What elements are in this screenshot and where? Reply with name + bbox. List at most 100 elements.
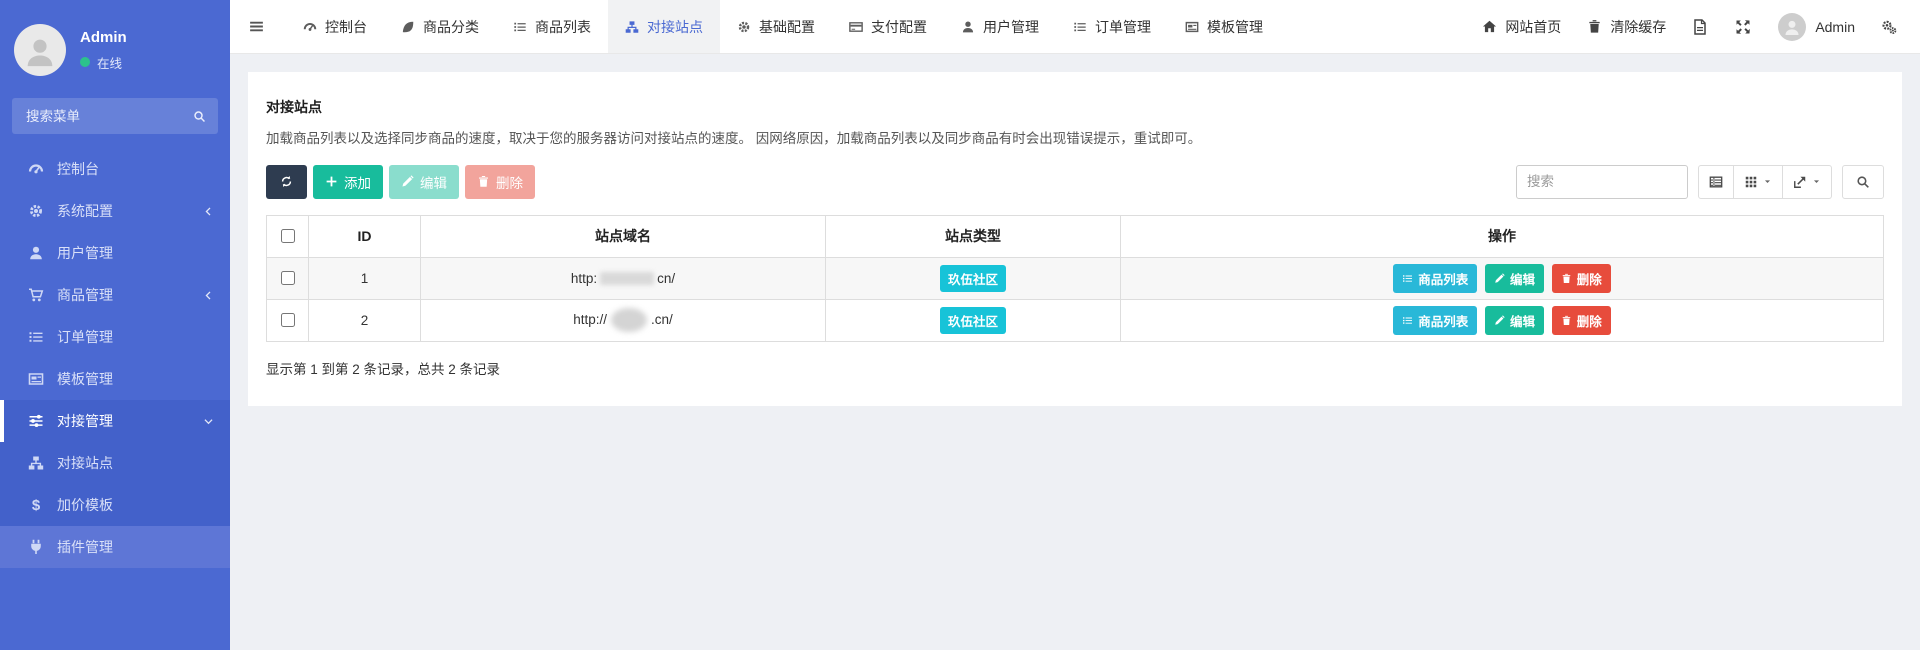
delete-button-disabled[interactable]: 删除 — [465, 165, 535, 199]
refresh-button[interactable] — [266, 165, 307, 199]
tab-user-management[interactable]: 用户管理 — [944, 0, 1056, 53]
tab-docking-sites[interactable]: 对接站点 — [608, 0, 720, 53]
language-button[interactable] — [1692, 18, 1709, 35]
tab-payment-config[interactable]: 支付配置 — [832, 0, 944, 53]
menu-search-box[interactable] — [12, 98, 218, 134]
tab-label: 对接站点 — [647, 17, 703, 37]
row-delete-button[interactable]: 删除 — [1552, 264, 1611, 293]
sidebar-menu: 控制台 系统配置 用户管理 商品管理 订单管理 模板管理 对接管理 — [0, 148, 230, 568]
sidebar-item-markup-template[interactable]: $ 加价模板 — [0, 484, 230, 526]
sidebar-item-label: 用户管理 — [57, 243, 113, 263]
tab-template-management[interactable]: 模板管理 — [1168, 0, 1280, 53]
url-suffix: cn/ — [657, 271, 675, 286]
row-checkbox[interactable] — [281, 271, 295, 285]
tab-label: 基础配置 — [759, 17, 815, 37]
sliders-icon — [28, 413, 44, 429]
sidebar-item-goods-management[interactable]: 商品管理 — [0, 274, 230, 316]
list-icon — [28, 329, 44, 345]
sidebar-item-docking-management[interactable]: 对接管理 — [0, 400, 230, 442]
settings-button[interactable] — [1881, 18, 1898, 35]
avatar — [14, 24, 66, 76]
cart-icon — [28, 287, 44, 303]
cell-id: 1 — [309, 257, 421, 299]
export-icon — [1793, 175, 1807, 189]
add-button[interactable]: 添加 — [313, 165, 383, 199]
sitemap-icon — [28, 455, 44, 471]
row-goods-list-label: 商品列表 — [1418, 311, 1468, 330]
view-button-group — [1698, 165, 1832, 199]
panel: 对接站点 加载商品列表以及选择同步商品的速度，取决于您的服务器访问对接站点的速度… — [248, 72, 1902, 406]
sidebar-item-user-management[interactable]: 用户管理 — [0, 232, 230, 274]
sidebar-item-docking-sites[interactable]: 对接站点 — [0, 442, 230, 484]
cell-domain: http://.cn/ — [421, 299, 826, 341]
row-edit-button[interactable]: 编辑 — [1485, 264, 1544, 293]
sidebar-item-label: 订单管理 — [57, 327, 113, 347]
profile-username: Admin — [80, 29, 127, 46]
sidebar-item-template-management[interactable]: 模板管理 — [0, 358, 230, 400]
trash-icon — [1561, 273, 1572, 284]
gears-icon — [1881, 19, 1897, 35]
sidebar-toggle-button[interactable] — [230, 0, 282, 53]
trash-icon — [1587, 19, 1602, 34]
export-button[interactable] — [1783, 165, 1832, 199]
sidebar-item-order-management[interactable]: 订单管理 — [0, 316, 230, 358]
topbar-username: Admin — [1815, 19, 1855, 35]
sidebar-item-system-config[interactable]: 系统配置 — [0, 190, 230, 232]
cell-type: 玖伍社区 — [826, 299, 1121, 341]
cell-domain: http:cn/ — [421, 257, 826, 299]
profile-status: 在线 — [80, 53, 127, 72]
newspaper-icon — [1185, 20, 1199, 34]
sidebar-item-dashboard[interactable]: 控制台 — [0, 148, 230, 190]
search-icon — [193, 110, 206, 123]
pencil-icon — [1494, 273, 1505, 284]
sidebar-item-label: 插件管理 — [57, 537, 113, 557]
tab-basic-config[interactable]: 基础配置 — [720, 0, 832, 53]
table-toolbar: 添加 编辑 删除 — [266, 165, 1884, 199]
row-goods-list-button[interactable]: 商品列表 — [1393, 264, 1477, 293]
row-edit-label: 编辑 — [1510, 269, 1535, 288]
sidebar-item-plugin-management[interactable]: 插件管理 — [0, 526, 230, 568]
row-checkbox[interactable] — [281, 313, 295, 327]
sidebar-item-label: 对接站点 — [57, 453, 113, 473]
url-prefix: http:// — [573, 312, 607, 327]
row-goods-list-button[interactable]: 商品列表 — [1393, 306, 1477, 335]
row-delete-button[interactable]: 删除 — [1552, 306, 1611, 335]
search-submit-button[interactable] — [1842, 165, 1884, 199]
pencil-icon — [1494, 315, 1505, 326]
columns-button[interactable] — [1734, 165, 1783, 199]
add-button-label: 添加 — [344, 172, 371, 192]
tab-goods-list[interactable]: 商品列表 — [496, 0, 608, 53]
fullscreen-button[interactable] — [1735, 18, 1752, 35]
edit-button-label: 编辑 — [420, 172, 447, 192]
page-title: 对接站点 — [266, 97, 1884, 117]
tab-order-management[interactable]: 订单管理 — [1056, 0, 1168, 53]
tab-goods-category[interactable]: 商品分类 — [384, 0, 496, 53]
tab-label: 商品分类 — [423, 17, 479, 37]
tab-label: 控制台 — [325, 17, 367, 37]
table-row: 2 http://.cn/ 玖伍社区 商品列表 — [267, 299, 1884, 341]
censored-domain-blur — [600, 272, 654, 285]
clear-cache-link[interactable]: 清除缓存 — [1587, 17, 1666, 37]
toggle-view-button[interactable] — [1698, 165, 1734, 199]
edit-button-disabled[interactable]: 编辑 — [389, 165, 459, 199]
topbar: 控制台 商品分类 商品列表 对接站点 基础配置 支付配置 用户管理 订单管理 — [230, 0, 1920, 54]
page-description: 加载商品列表以及选择同步商品的速度，取决于您的服务器访问对接站点的速度。 因网络… — [266, 127, 1884, 147]
select-all-checkbox[interactable] — [281, 229, 295, 243]
row-edit-button[interactable]: 编辑 — [1485, 306, 1544, 335]
cell-type: 玖伍社区 — [826, 257, 1121, 299]
dollar-icon: $ — [28, 497, 44, 514]
tab-dashboard[interactable]: 控制台 — [286, 0, 384, 53]
topbar-right: 网站首页 清除缓存 Admin — [1482, 0, 1920, 53]
header-checkbox-cell — [267, 215, 309, 257]
tab-label: 订单管理 — [1095, 17, 1151, 37]
user-silhouette-icon — [23, 36, 57, 70]
user-menu[interactable]: Admin — [1778, 13, 1855, 41]
user-silhouette-icon — [1783, 19, 1801, 37]
menu-search-input[interactable] — [24, 108, 193, 125]
topbar-tabs: 控制台 商品分类 商品列表 对接站点 基础配置 支付配置 用户管理 订单管理 — [286, 0, 1280, 53]
user-profile[interactable]: Admin 在线 — [0, 0, 230, 94]
leaf-icon — [401, 20, 415, 34]
site-home-link[interactable]: 网站首页 — [1482, 17, 1561, 37]
table-header-row: ID 站点域名 站点类型 操作 — [267, 215, 1884, 257]
table-search-input[interactable] — [1516, 165, 1688, 199]
